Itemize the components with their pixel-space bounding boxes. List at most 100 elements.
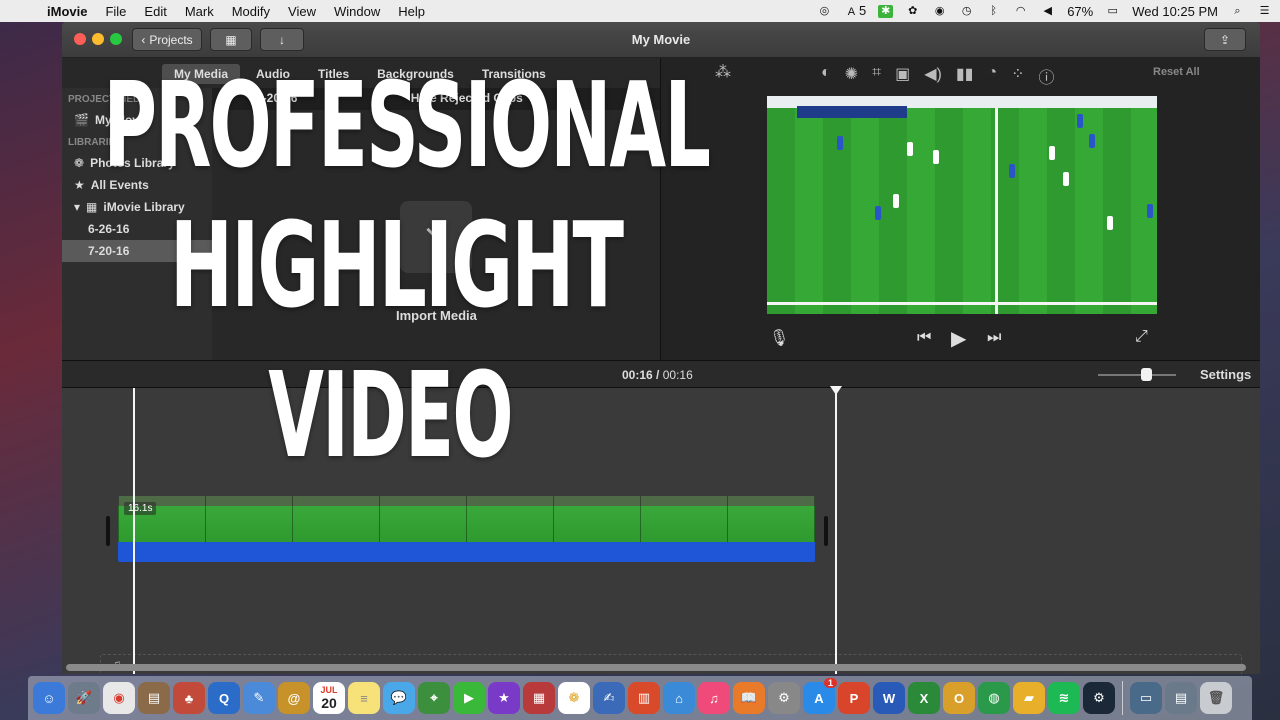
speed-gauge-icon[interactable]: ◔ [987, 64, 997, 88]
maps-icon[interactable]: ⌖ [418, 682, 450, 714]
chrome-icon[interactable]: ◉ [103, 682, 135, 714]
preview-icon[interactable]: ✎ [243, 682, 275, 714]
trash-icon[interactable]: 🗑 [1200, 682, 1232, 714]
calendar-icon[interactable]: JUL 20 [313, 682, 345, 714]
disclosure-triangle-icon[interactable]: ▾ [74, 200, 80, 214]
player-figure [1063, 172, 1069, 186]
contacts-icon[interactable]: @ [278, 682, 310, 714]
pitch-halfway-line [995, 108, 998, 314]
globe-app-icon[interactable]: ◍ [978, 682, 1010, 714]
photos-dock-icon[interactable]: ❁ [558, 682, 590, 714]
clip-trim-handle-left[interactable] [106, 516, 110, 546]
creative-cloud-icon[interactable]: ◎ [817, 5, 832, 18]
timeline-settings-button[interactable]: Settings [1200, 367, 1251, 382]
imovie-dock-icon[interactable]: ★ [488, 682, 520, 714]
excel-icon[interactable]: X [908, 682, 940, 714]
pitch-touch-line [767, 302, 1157, 305]
launchpad-icon[interactable]: 🚀 [68, 682, 100, 714]
battery-percent[interactable]: 67% [1067, 4, 1093, 19]
scoreboard-banner [797, 106, 907, 118]
menu-bar: iMovie File Edit Mark Modify View Window… [0, 0, 1280, 22]
player-figure [1089, 134, 1095, 148]
itunes-icon[interactable]: ♫ [698, 682, 730, 714]
clock[interactable]: Wed 10:25 PM [1132, 4, 1218, 19]
time-machine-icon[interactable]: ◷ [959, 5, 974, 18]
timeline-zoom-slider[interactable] [1098, 374, 1176, 376]
adobe-icon: A [847, 6, 856, 18]
messages-icon[interactable]: 💬 [383, 682, 415, 714]
menu-window[interactable]: Window [325, 4, 389, 19]
downloads-stack-icon[interactable]: ▤ [1165, 682, 1197, 714]
video-clip[interactable]: 16.1s [118, 496, 815, 562]
title-bar: ‹ Projects ▦ ↓ My Movie ⇪ [62, 22, 1260, 58]
photo-booth-icon[interactable]: ▦ [523, 682, 555, 714]
menu-mark[interactable]: Mark [176, 4, 223, 19]
color-palette-icon[interactable]: ✺ [845, 64, 858, 88]
adobe-tray-item[interactable]: A5 [844, 3, 866, 19]
timeline-zoom-knob[interactable] [1140, 368, 1152, 381]
microphone-icon[interactable]: 🎙 [769, 328, 789, 348]
menu-help[interactable]: Help [389, 4, 434, 19]
clip-trim-handle-right[interactable] [824, 516, 828, 546]
steam-icon[interactable]: ⚙ [1083, 682, 1115, 714]
game-app-icon[interactable]: ♣ [173, 682, 205, 714]
spotify-icon[interactable]: ≋ [1048, 682, 1080, 714]
settings-tray-icon[interactable]: ✿ [905, 5, 920, 18]
noise-equalizer-icon[interactable]: ▮▮ [956, 64, 974, 88]
skip-forward-icon[interactable]: ⏭ [987, 329, 1001, 347]
file-manager-icon[interactable]: ▤ [138, 682, 170, 714]
timeline-scrollbar[interactable] [66, 664, 1246, 671]
numbers-icon[interactable]: ▥ [628, 682, 660, 714]
player-figure [875, 206, 881, 220]
color-balance-icon[interactable]: ◐ [821, 64, 831, 88]
volume-icon[interactable]: ◀ [1040, 5, 1055, 18]
menu-app-name[interactable]: iMovie [38, 4, 96, 19]
keynote-icon[interactable]: ⌂ [663, 682, 695, 714]
battery-icon[interactable]: ▭ [1105, 5, 1120, 18]
minimized-window-icon[interactable]: ▭ [1130, 682, 1162, 714]
sidebar-item-label: 7-20-16 [88, 244, 130, 258]
photos-icon: ❁ [74, 156, 85, 170]
clip-filter-icon[interactable]: ⁘ [1011, 64, 1024, 88]
pages-icon[interactable]: ✍ [593, 682, 625, 714]
outlook-icon[interactable]: O [943, 682, 975, 714]
system-preferences-icon[interactable]: ⚙ [768, 682, 800, 714]
finder-icon[interactable]: ☺ [33, 682, 65, 714]
record-icon[interactable]: ◉ [932, 5, 947, 18]
skimmer-marker[interactable] [830, 386, 842, 395]
app-store-icon[interactable]: A 1 [803, 678, 837, 714]
powerpoint-icon[interactable]: P [838, 682, 870, 714]
reset-all-button[interactable]: Reset All [1153, 66, 1200, 78]
clip-duration-badge: 16.1s [124, 502, 157, 515]
timeline[interactable]: 16.1s ♫ [62, 386, 1260, 674]
facetime-icon[interactable]: ▶ [453, 682, 485, 714]
volume-adjust-icon[interactable]: ◀) [924, 64, 942, 88]
crop-icon[interactable]: ⌗ [872, 64, 881, 88]
notification-center-icon[interactable]: ☰ [1257, 5, 1272, 18]
stabilization-icon[interactable]: ▣ [895, 64, 910, 88]
spotlight-search-icon[interactable]: ⌕ [1230, 5, 1245, 18]
ibooks-icon[interactable]: 📖 [733, 682, 765, 714]
video-preview[interactable] [767, 96, 1157, 314]
info-icon[interactable]: ⓘ [1039, 64, 1055, 88]
menu-modify[interactable]: Modify [223, 4, 279, 19]
skip-back-icon[interactable]: ⏮ [917, 329, 931, 347]
menu-view[interactable]: View [279, 4, 325, 19]
play-icon[interactable]: ▶ [951, 326, 966, 351]
overlay-title-line-3: VIDEO [268, 346, 513, 484]
playhead[interactable] [133, 388, 135, 674]
evernote-icon[interactable]: ✱ [878, 4, 894, 18]
bluetooth-icon[interactable]: ᛒ [986, 5, 1001, 18]
word-icon[interactable]: W [873, 682, 905, 714]
fullscreen-icon[interactable]: ⤢ [1135, 328, 1148, 346]
quicktime-icon[interactable]: Q [208, 682, 240, 714]
menu-file[interactable]: File [96, 4, 135, 19]
sidebar-item-label: 6-26-16 [88, 222, 130, 236]
wifi-icon[interactable]: ◠ [1013, 5, 1028, 18]
calendar-month: JUL [320, 685, 338, 695]
notes-icon[interactable]: ≡ [348, 682, 380, 714]
stickies-icon[interactable]: ▰ [1013, 682, 1045, 714]
share-button[interactable]: ⇪ [1204, 28, 1246, 51]
skimmer[interactable] [835, 388, 837, 674]
menu-edit[interactable]: Edit [135, 4, 175, 19]
